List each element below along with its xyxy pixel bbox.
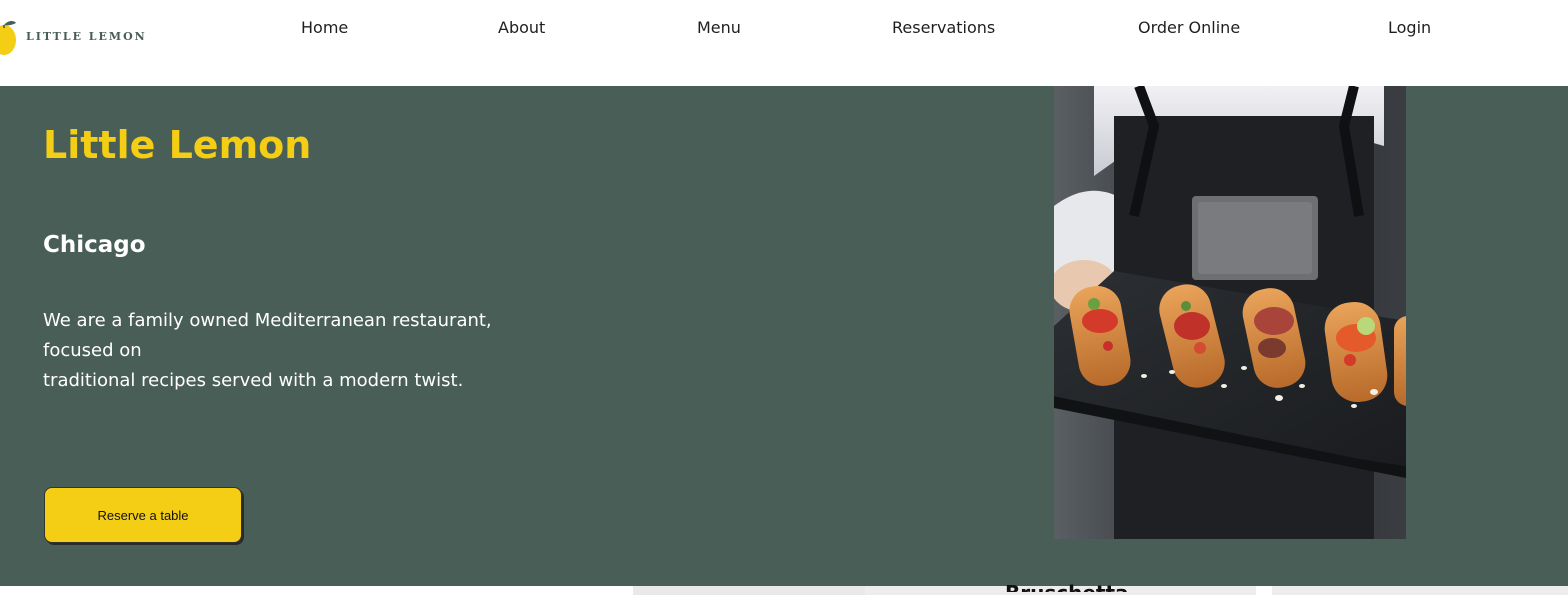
- nav-login[interactable]: Login: [1388, 18, 1431, 38]
- lemon-icon: [0, 20, 16, 55]
- hero-section: Little Lemon Chicago We are a family own…: [0, 86, 1568, 586]
- special-card-peek-2: [1272, 586, 1568, 595]
- hero-image-illustration: [1054, 86, 1406, 539]
- hero-description-line-1: We are a family owned Mediterranean rest…: [43, 310, 492, 361]
- nav-about[interactable]: About: [498, 18, 545, 38]
- nav-menu[interactable]: Menu: [697, 18, 741, 38]
- nav-reservations[interactable]: Reservations: [892, 18, 995, 38]
- special-card-title: Bruschetta: [1005, 583, 1129, 592]
- logo[interactable]: LITTLE LEMON: [0, 14, 150, 60]
- specials-section-peek: Bruschetta: [0, 583, 1568, 595]
- site-header: LITTLE LEMON Home About Menu Reservation…: [0, 0, 1568, 86]
- special-card-image-peek: [633, 586, 865, 595]
- logo-text: LITTLE LEMON: [26, 30, 147, 43]
- hero-description-line-2: traditional recipes served with a modern…: [43, 370, 464, 391]
- reserve-table-button[interactable]: Reserve a table: [44, 487, 242, 543]
- hero-image: [1054, 86, 1406, 539]
- hero-title: Little Lemon: [43, 123, 312, 167]
- hero-subtitle: Chicago: [43, 232, 146, 258]
- hero-description: We are a family owned Mediterranean rest…: [43, 306, 563, 396]
- nav-order-online[interactable]: Order Online: [1138, 18, 1240, 38]
- nav-home[interactable]: Home: [301, 18, 348, 38]
